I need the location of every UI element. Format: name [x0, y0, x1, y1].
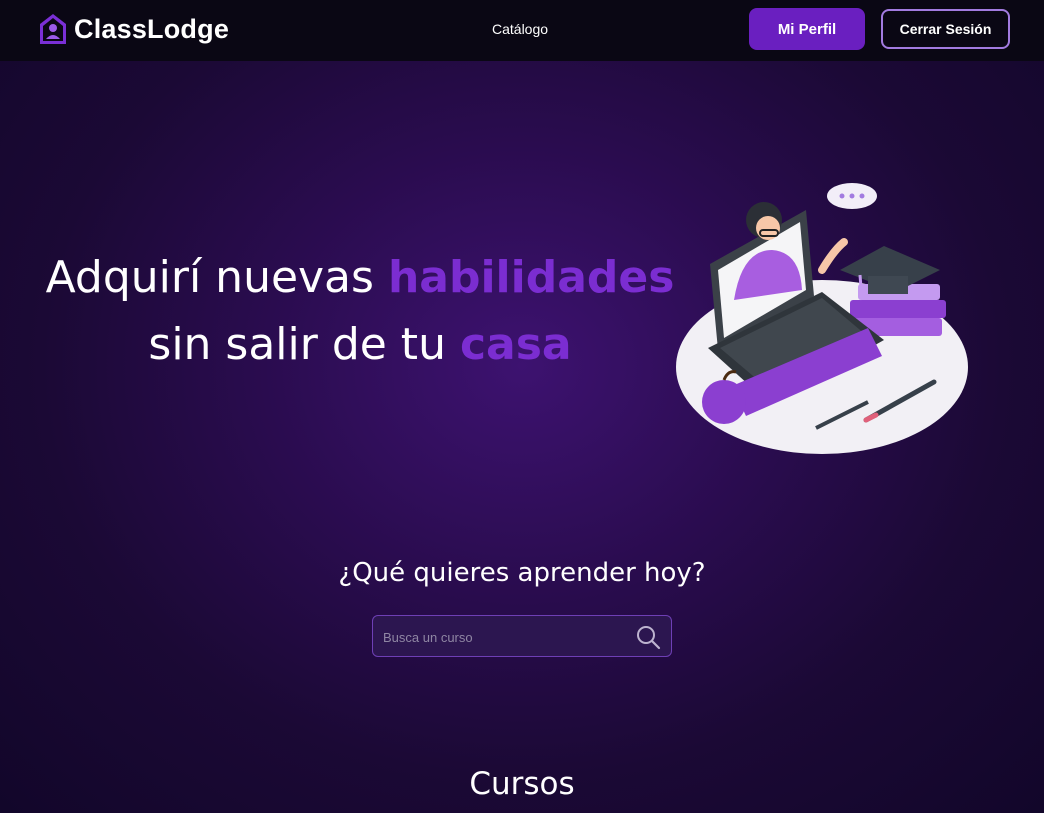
search-question: ¿Qué quieres aprender hoy? — [338, 558, 706, 588]
search-input[interactable] — [383, 625, 623, 649]
brand-logo[interactable]: ClassLodge — [38, 12, 229, 46]
house-user-icon — [40, 14, 66, 44]
nav-link-catalog[interactable]: Catálogo — [492, 21, 548, 37]
hero-highlight-skills: habilidades — [387, 252, 675, 303]
navbar: ClassLodge Catálogo Mi Perfil Cerrar Ses… — [0, 0, 1044, 61]
search-box[interactable] — [372, 615, 672, 657]
hero-title: Adquirí nuevas habilidades sin salir de … — [40, 244, 680, 378]
courses-section-title: Cursos — [469, 766, 575, 802]
hero-highlight-home: casa — [459, 319, 572, 370]
profile-button[interactable]: Mi Perfil — [749, 8, 865, 50]
online-teacher-illustration — [676, 183, 968, 454]
logout-button[interactable]: Cerrar Sesión — [881, 9, 1010, 49]
hero-line2-text: sin salir de tu — [148, 319, 460, 370]
hero-line1-text: Adquirí nuevas — [45, 252, 388, 303]
brand-name: ClassLodge — [74, 13, 230, 44]
search-icon[interactable] — [635, 624, 661, 650]
